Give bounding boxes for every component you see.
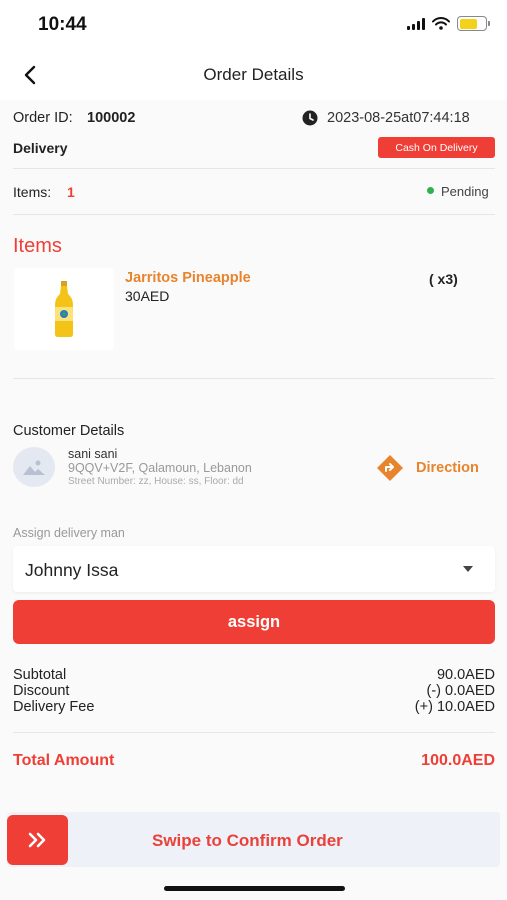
- product-price: 30AED: [125, 288, 170, 304]
- home-indicator: [164, 886, 345, 891]
- divider: [13, 214, 495, 215]
- status-bar: 10:44: [0, 0, 507, 50]
- assign-button[interactable]: assign: [13, 600, 495, 644]
- double-chevron-right-icon: [28, 832, 45, 848]
- direction-label: Direction: [416, 460, 479, 476]
- direction-button[interactable]: Direction: [376, 454, 479, 482]
- assign-label: Assign delivery man: [13, 526, 125, 540]
- divider: [13, 378, 495, 379]
- customer-address-details: Street Number: zz, House: ss, Floor: dd: [68, 476, 244, 487]
- payment-badge: Cash On Delivery: [378, 137, 495, 158]
- discount-label: Discount: [13, 683, 70, 699]
- order-id-label: Order ID:: [13, 110, 73, 126]
- order-timestamp: 2023-08-25at07:44:18: [327, 110, 470, 126]
- swipe-handle[interactable]: [7, 815, 68, 865]
- swipe-confirm-label: Swipe to Confirm Order: [152, 831, 343, 850]
- subtotal-label: Subtotal: [13, 667, 67, 683]
- subtotal-value: 90.0AED: [436, 667, 495, 683]
- product-image: [14, 268, 114, 350]
- items-heading: Items: [13, 235, 62, 257]
- customer-address: 9QQV+V2F, Qalamoun, Lebanon: [68, 461, 252, 475]
- order-id-value: 100002: [87, 110, 136, 126]
- status-badge: Pending: [441, 184, 489, 199]
- selected-delivery-man: Johnny Issa: [25, 560, 119, 580]
- status-dot-icon: [427, 187, 434, 194]
- product-name: Jarritos Pineapple: [125, 270, 251, 286]
- order-type: Delivery: [13, 140, 68, 156]
- image-placeholder-icon: [23, 460, 45, 475]
- page-title: Order Details: [203, 65, 304, 84]
- dropdown-caret-icon: [463, 566, 473, 572]
- status-icons: [407, 16, 490, 31]
- product-quantity: ( x3): [429, 271, 458, 287]
- total-value: 100.0AED: [421, 752, 495, 769]
- delivery-fee-label: Delivery Fee: [13, 699, 95, 715]
- clock-icon: [302, 110, 318, 126]
- delivery-fee-value: (+) 10.0AED: [414, 699, 495, 715]
- nav-bar: Order Details: [0, 50, 507, 100]
- status-time: 10:44: [38, 14, 87, 35]
- divider: [13, 732, 495, 733]
- customer-heading: Customer Details: [13, 423, 125, 439]
- customer-name: sani sani: [68, 447, 118, 461]
- items-count: 1: [67, 184, 75, 200]
- wifi-icon: [432, 17, 450, 30]
- direction-icon: [377, 455, 403, 481]
- total-label: Total Amount: [13, 752, 115, 769]
- battery-icon: [457, 16, 490, 31]
- discount-value: (-) 0.0AED: [426, 683, 496, 699]
- bottle-icon: [55, 281, 73, 337]
- avatar: [13, 447, 55, 487]
- divider: [13, 168, 495, 169]
- signal-icon: [407, 17, 425, 30]
- items-label: Items:: [13, 184, 52, 200]
- delivery-man-select[interactable]: Johnny Issa: [13, 546, 495, 592]
